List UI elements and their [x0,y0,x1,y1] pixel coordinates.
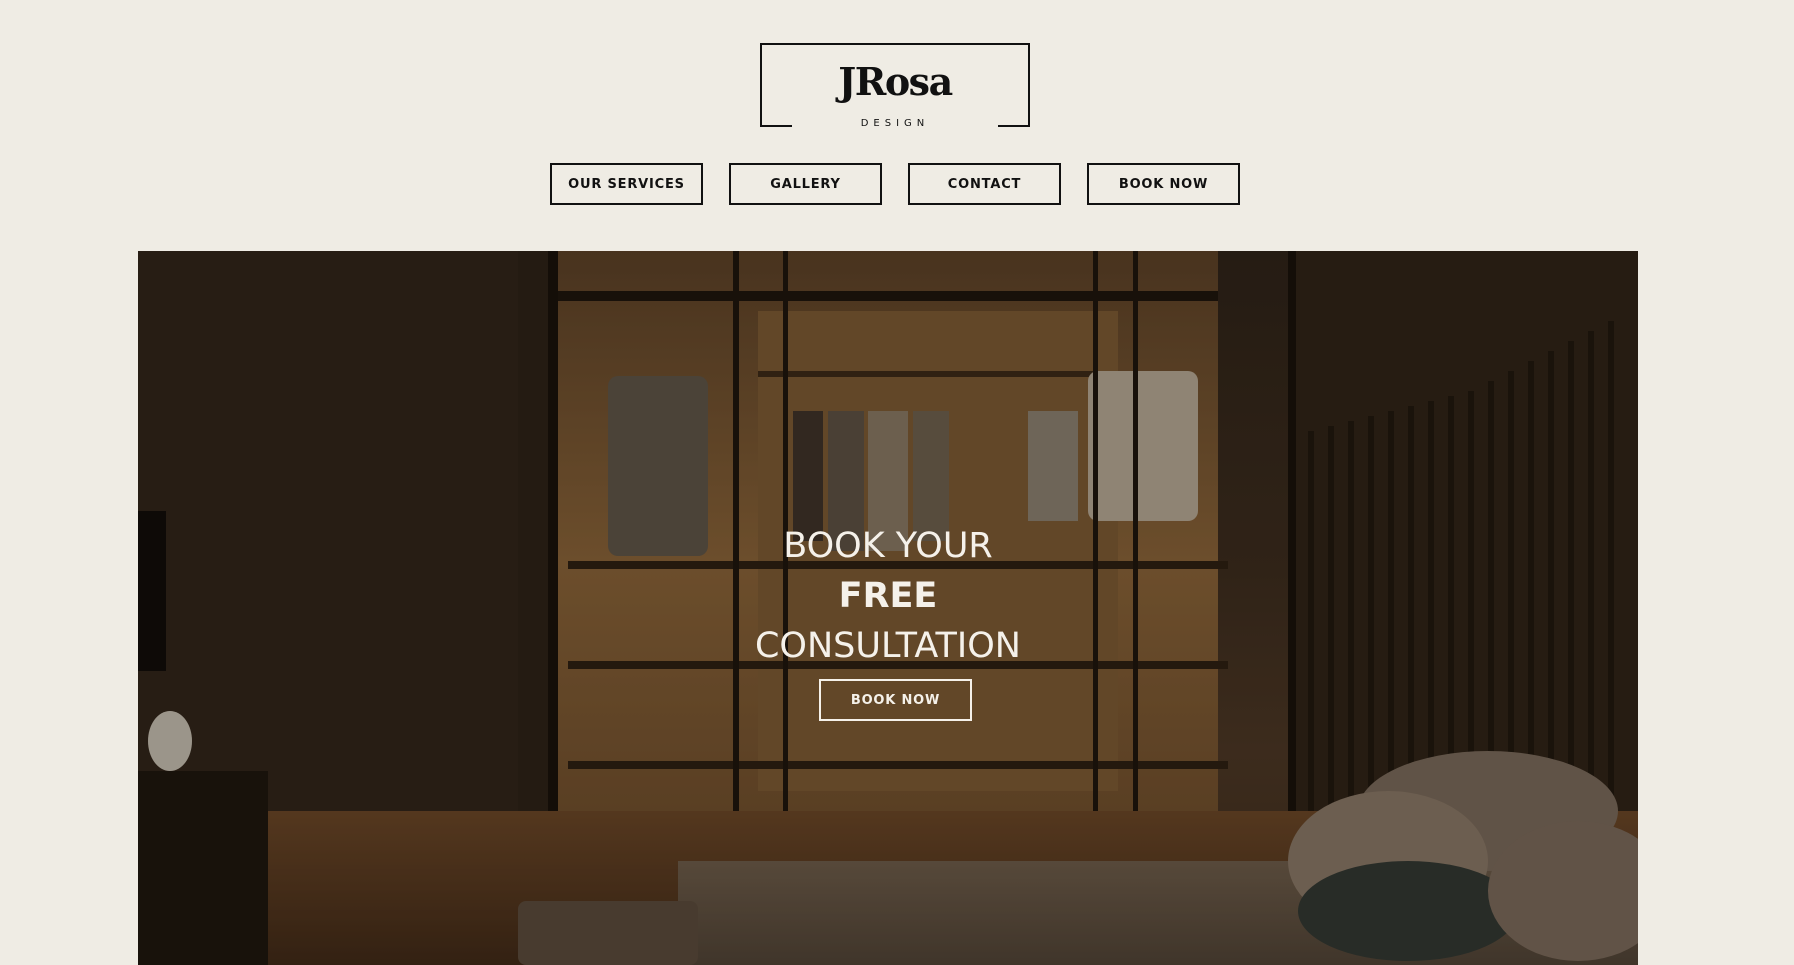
brand-logo[interactable]: JRosa DESIGN [760,43,1030,129]
hero-book-now-button[interactable]: BOOK NOW [819,679,972,721]
hero-banner: BOOK YOUR FREE CONSULTATION BOOK NOW [138,251,1638,965]
brand-name: JRosa [838,59,953,104]
hero-line-2: FREE [838,576,938,616]
hero-line-1: BOOK YOUR [783,526,993,566]
brand-tagline: DESIGN [860,118,930,129]
nav-our-services-button[interactable]: OUR SERVICES [550,163,703,205]
hero-headline: BOOK YOUR FREE CONSULTATION [688,521,1088,671]
site-header: JRosa DESIGN OUR SERVICES GALLERY CONTAC… [0,0,1794,250]
nav-gallery-button[interactable]: GALLERY [729,163,882,205]
nav-book-now-button[interactable]: BOOK NOW [1087,163,1240,205]
hero-line-3: CONSULTATION [754,626,1021,666]
nav-contact-button[interactable]: CONTACT [908,163,1061,205]
